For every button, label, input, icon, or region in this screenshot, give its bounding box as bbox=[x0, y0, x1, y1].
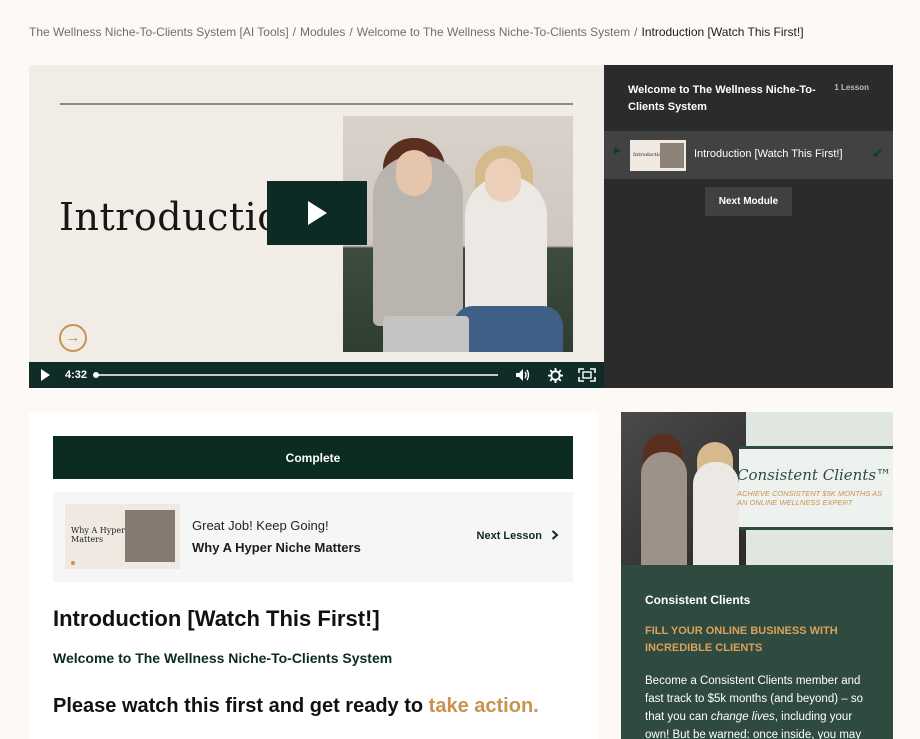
person-jeans bbox=[453, 306, 563, 352]
complete-button[interactable]: Complete bbox=[53, 436, 573, 479]
thumbnail-dot bbox=[71, 561, 75, 565]
next-lesson-thumbnail[interactable]: Why A Hyper Niche Matters bbox=[65, 504, 180, 569]
consistent-clients-ad[interactable]: Consistent Clients™ ACHIEVE CONSISTENT $… bbox=[621, 412, 893, 739]
breadcrumb: The Wellness Niche-To-Clients System [AI… bbox=[29, 25, 804, 39]
fullscreen-button[interactable] bbox=[578, 367, 596, 383]
breadcrumb-link-module[interactable]: Welcome to The Wellness Niche-To-Clients… bbox=[357, 25, 630, 39]
next-lesson-thumbnail-photo bbox=[125, 510, 175, 562]
lesson-count: 1 Lesson bbox=[834, 83, 869, 92]
breadcrumb-current: Introduction [Watch This First!] bbox=[641, 25, 804, 39]
lesson-content-card: Complete Why A Hyper Niche Matters Great… bbox=[29, 412, 598, 739]
video-time: 4:32 bbox=[64, 369, 87, 381]
video-photo bbox=[343, 116, 573, 352]
volume-icon bbox=[516, 369, 530, 381]
play-icon bbox=[40, 369, 50, 381]
settings-icon bbox=[547, 367, 563, 383]
lesson-thumbnail: Introduction bbox=[630, 140, 686, 171]
arrow-right-icon: → bbox=[59, 324, 87, 352]
person-body bbox=[693, 462, 739, 565]
lesson-callout: Please watch this first and get ready to… bbox=[53, 695, 539, 718]
video-divider bbox=[60, 103, 573, 105]
progress-knob[interactable] bbox=[92, 372, 99, 378]
play-button[interactable] bbox=[267, 181, 367, 245]
fullscreen-icon bbox=[578, 368, 596, 382]
breadcrumb-separator: / bbox=[634, 25, 638, 39]
banner-panel bbox=[739, 446, 893, 530]
ad-body: Become a Consistent Clients member and f… bbox=[645, 672, 877, 739]
next-lesson-label: Next Lesson bbox=[476, 530, 542, 542]
next-lesson-box[interactable]: Why A Hyper Niche Matters Great Job! Kee… bbox=[53, 492, 573, 582]
chevron-right-icon bbox=[551, 530, 559, 540]
callout-accent: take action. bbox=[428, 695, 539, 717]
breadcrumb-link-modules[interactable]: Modules bbox=[300, 25, 345, 39]
ad-subtitle: FILL YOUR ONLINE BUSINESS WITH INCREDIBL… bbox=[645, 625, 838, 654]
progress-bar[interactable] bbox=[92, 372, 498, 378]
settings-button[interactable] bbox=[546, 367, 564, 383]
callout-text: Please watch this first and get ready to bbox=[53, 695, 429, 717]
lesson-thumbnail-photo bbox=[660, 143, 684, 168]
play-icon: ▶ bbox=[614, 145, 621, 155]
next-module-button[interactable]: Next Module bbox=[705, 187, 792, 216]
person-body bbox=[641, 452, 687, 565]
lesson-playlist: Welcome to The Wellness Niche-To-Clients… bbox=[604, 65, 893, 388]
breadcrumb-separator: / bbox=[349, 25, 353, 39]
next-lesson-link[interactable]: Next Lesson bbox=[477, 530, 559, 542]
playlist-lesson-item[interactable]: ▶ Introduction Introduction [Watch This … bbox=[604, 132, 893, 179]
person-face bbox=[485, 158, 521, 202]
breadcrumb-separator: / bbox=[292, 25, 296, 39]
next-lesson-title[interactable]: Why A Hyper Niche Matters bbox=[192, 540, 361, 555]
play-icon bbox=[308, 201, 327, 225]
ad-body-emphasis: change lives bbox=[710, 711, 775, 723]
encouragement-text: Great Job! Keep Going! bbox=[192, 518, 329, 533]
ad-banner[interactable]: Consistent Clients™ ACHIEVE CONSISTENT $… bbox=[621, 412, 893, 565]
checkmark-icon: ✔ bbox=[872, 146, 883, 161]
breadcrumb-link-course[interactable]: The Wellness Niche-To-Clients System [AI… bbox=[29, 25, 289, 39]
banner-subtitle: ACHIEVE CONSISTENT $5K MONTHS AS AN ONLI… bbox=[737, 489, 883, 507]
page-title: Introduction [Watch This First!] bbox=[53, 606, 380, 631]
video-player[interactable]: Introduction → 4:32 bbox=[29, 65, 604, 388]
lesson-title: Introduction [Watch This First!] bbox=[694, 148, 843, 160]
module-title: Welcome to The Wellness Niche-To-Clients… bbox=[628, 84, 816, 113]
volume-button[interactable] bbox=[514, 367, 532, 383]
banner-title: Consistent Clients™ bbox=[737, 466, 892, 484]
person-face bbox=[396, 150, 432, 196]
play-control-button[interactable] bbox=[37, 367, 53, 383]
video-controls: 4:32 bbox=[29, 362, 604, 388]
lesson-subheading: Welcome to The Wellness Niche-To-Clients… bbox=[53, 650, 393, 666]
ad-title: Consistent Clients bbox=[645, 593, 751, 607]
laptop bbox=[383, 316, 469, 352]
